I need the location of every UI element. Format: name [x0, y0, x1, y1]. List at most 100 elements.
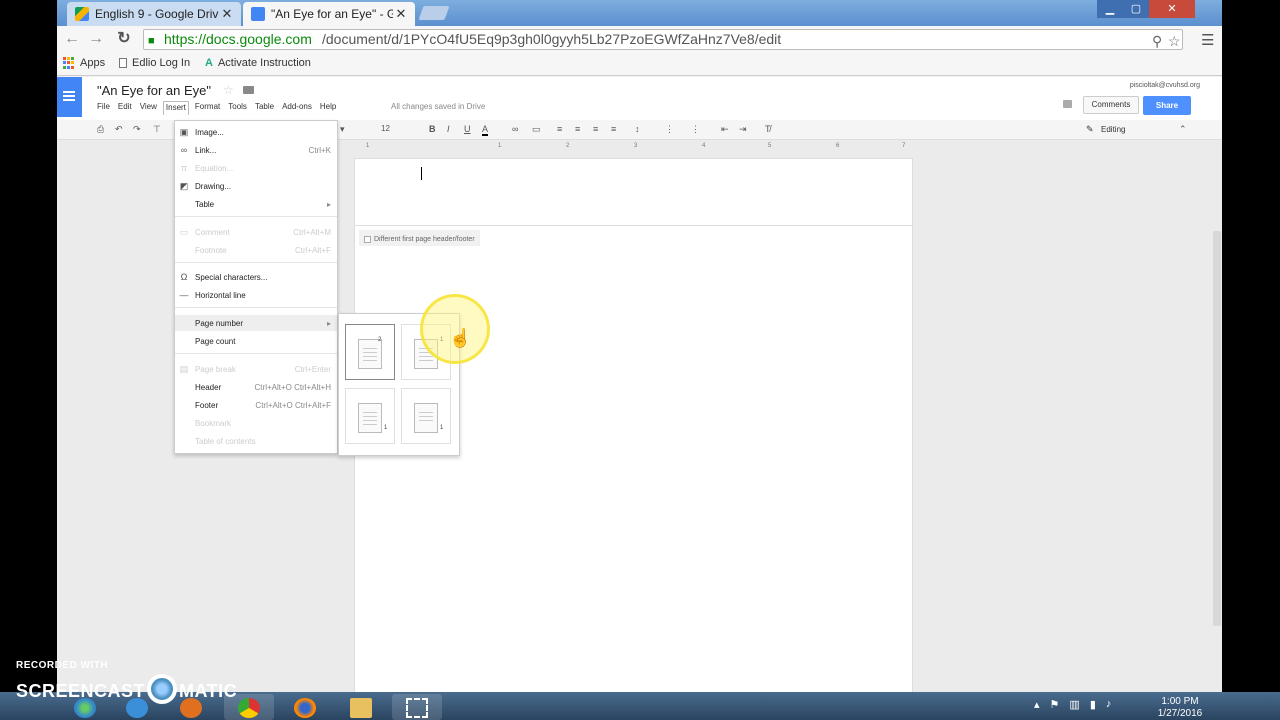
menu-item-drawing[interactable]: ◩ Drawing...: [175, 178, 337, 194]
document-title[interactable]: "An Eye for an Eye": [97, 83, 211, 98]
close-window-icon[interactable]: ✕: [1149, 0, 1195, 18]
network-icon[interactable]: ▥: [1069, 698, 1079, 711]
different-first-page-option[interactable]: Different first page header/footer: [359, 230, 480, 246]
snipping-tool-icon[interactable]: [392, 694, 442, 720]
increase-indent-icon[interactable]: ⇥: [739, 124, 747, 135]
print-icon[interactable]: ⎙: [97, 124, 104, 135]
menu-item-image[interactable]: ▣ Image...: [175, 124, 337, 140]
justify-icon[interactable]: ≡: [611, 124, 616, 134]
menu-help[interactable]: Help: [318, 101, 338, 115]
back-arrow-icon[interactable]: ←: [63, 30, 81, 48]
menu-item-page-count[interactable]: Page count: [175, 333, 337, 349]
editing-mode-dropdown[interactable]: Editing: [1101, 125, 1125, 134]
page-number-bottom-right-option[interactable]: 1: [345, 388, 395, 444]
align-left-icon[interactable]: ≡: [557, 124, 562, 134]
reload-icon[interactable]: ↻: [115, 30, 133, 48]
menu-item-bookmark: Bookmark: [175, 415, 337, 431]
menu-item-label: Image...: [195, 128, 224, 137]
close-tab-icon[interactable]: ✕: [219, 6, 235, 22]
menu-item-label: Link...: [195, 146, 217, 155]
menu-file[interactable]: File: [95, 101, 112, 115]
clear-formatting-icon[interactable]: T̸: [765, 124, 771, 134]
bold-icon[interactable]: B: [429, 124, 436, 134]
menu-item-link[interactable]: ∞ Link... Ctrl+K: [175, 142, 337, 158]
menu-format[interactable]: Format: [193, 101, 222, 115]
ruler-tick: 3: [634, 143, 638, 149]
bookmark-edlio[interactable]: Edlio Log In: [119, 57, 190, 69]
chrome-menu-icon[interactable]: ☰: [1201, 31, 1214, 49]
font-dropdown-icon[interactable]: ▾: [340, 124, 345, 135]
paint-format-icon[interactable]: ⊤: [153, 124, 161, 135]
font-size-select[interactable]: 12: [381, 124, 390, 133]
minimize-icon[interactable]: ▁: [1097, 0, 1123, 18]
google-docs-icon: [251, 7, 265, 21]
checkbox-icon[interactable]: [364, 236, 371, 243]
snip-glyph-icon: [406, 698, 428, 718]
bookmark-apps[interactable]: Apps: [63, 57, 105, 69]
menu-edit[interactable]: Edit: [116, 101, 134, 115]
numbered-list-icon[interactable]: ⋮: [665, 124, 674, 135]
bulleted-list-icon[interactable]: ⋮: [691, 124, 700, 135]
volume-icon[interactable]: ♪: [1106, 698, 1112, 711]
search-icon[interactable]: ⚲: [1152, 32, 1162, 51]
tab-english9-drive[interactable]: English 9 - Google Drive ✕: [67, 2, 241, 26]
submenu-arrow-icon: ▸: [326, 319, 331, 328]
text-color-icon[interactable]: A: [482, 124, 489, 136]
align-center-icon[interactable]: ≡: [575, 124, 580, 134]
line-spacing-icon[interactable]: ↕: [635, 124, 640, 134]
forward-arrow-icon[interactable]: →: [87, 30, 105, 48]
menu-item-header[interactable]: Header Ctrl+Alt+O Ctrl+Alt+H: [175, 379, 337, 395]
comments-button[interactable]: Comments: [1083, 96, 1139, 114]
tab-label: "An Eye for an Eye" - Goo: [271, 7, 393, 21]
link-icon[interactable]: ∞: [512, 124, 518, 134]
comment-icon[interactable]: ▭: [532, 124, 541, 135]
folder-icon[interactable]: [243, 86, 254, 94]
new-tab-button[interactable]: [418, 6, 450, 20]
close-tab-icon[interactable]: ✕: [393, 6, 409, 22]
bookmark-activate-instruction[interactable]: A Activate Instruction: [205, 57, 311, 69]
menu-view[interactable]: View: [138, 101, 159, 115]
menu-item-page-number[interactable]: Page number ▸: [175, 315, 337, 331]
menu-item-label: Page number: [195, 319, 244, 328]
address-bar[interactable]: ■ https://docs.google.com /document/d/1P…: [143, 29, 1183, 50]
menu-add-ons[interactable]: Add-ons: [280, 101, 314, 115]
collapse-chevron-icon[interactable]: ⌃: [1179, 124, 1187, 135]
page-number-top-right-option[interactable]: 2: [345, 324, 395, 380]
firefox-icon[interactable]: [280, 694, 330, 720]
tab-label: English 9 - Google Drive: [95, 7, 219, 21]
star-icon[interactable]: ☆: [223, 83, 234, 97]
star-bookmark-icon[interactable]: ☆: [1168, 32, 1181, 51]
chat-icon[interactable]: [1063, 100, 1072, 108]
save-status: All changes saved in Drive: [391, 102, 486, 111]
share-button[interactable]: Share: [1143, 96, 1191, 115]
decrease-indent-icon[interactable]: ⇤: [721, 124, 729, 135]
page-number-label: 1: [440, 425, 444, 431]
underline-icon[interactable]: U: [464, 124, 471, 134]
equation-icon: π: [180, 163, 188, 173]
signal-icon[interactable]: ▮: [1090, 698, 1096, 711]
undo-icon[interactable]: ↶: [115, 124, 123, 135]
menu-insert[interactable]: Insert: [162, 101, 189, 115]
vertical-scrollbar[interactable]: [1213, 231, 1221, 626]
menu-tools[interactable]: Tools: [226, 101, 249, 115]
ruler[interactable]: 1 1 2 3 4 5 6 7: [354, 143, 914, 151]
menu-bar: File Edit View Insert Format Tools Table…: [95, 101, 342, 115]
align-right-icon[interactable]: ≡: [593, 124, 598, 134]
redo-icon[interactable]: ↷: [133, 124, 141, 135]
menu-table[interactable]: Table: [253, 101, 276, 115]
tab-an-eye-for-an-eye[interactable]: "An Eye for an Eye" - Goo ✕: [243, 2, 415, 26]
user-email[interactable]: piscioltak@cvuhsd.org: [1130, 82, 1200, 89]
docs-logo-icon[interactable]: [57, 77, 82, 117]
page-number-bottom-right-skip-first-option[interactable]: 1: [401, 388, 451, 444]
maximize-icon[interactable]: ▢: [1123, 0, 1149, 18]
menu-item-special-characters[interactable]: Ω Special characters...: [175, 269, 337, 285]
file-explorer-icon[interactable]: [336, 694, 386, 720]
menu-item-table[interactable]: Table ▸: [175, 196, 337, 212]
clock[interactable]: 1:00 PM 1/27/2016: [1150, 696, 1210, 720]
show-hidden-icons-icon[interactable]: ▴: [1034, 698, 1040, 711]
menu-item-horizontal-line[interactable]: — Horizontal line: [175, 287, 337, 303]
italic-icon[interactable]: I: [447, 124, 450, 134]
menu-item-footer[interactable]: Footer Ctrl+Alt+O Ctrl+Alt+F: [175, 397, 337, 413]
flag-icon[interactable]: ⚑: [1050, 698, 1060, 711]
page-header-area[interactable]: [355, 159, 912, 226]
